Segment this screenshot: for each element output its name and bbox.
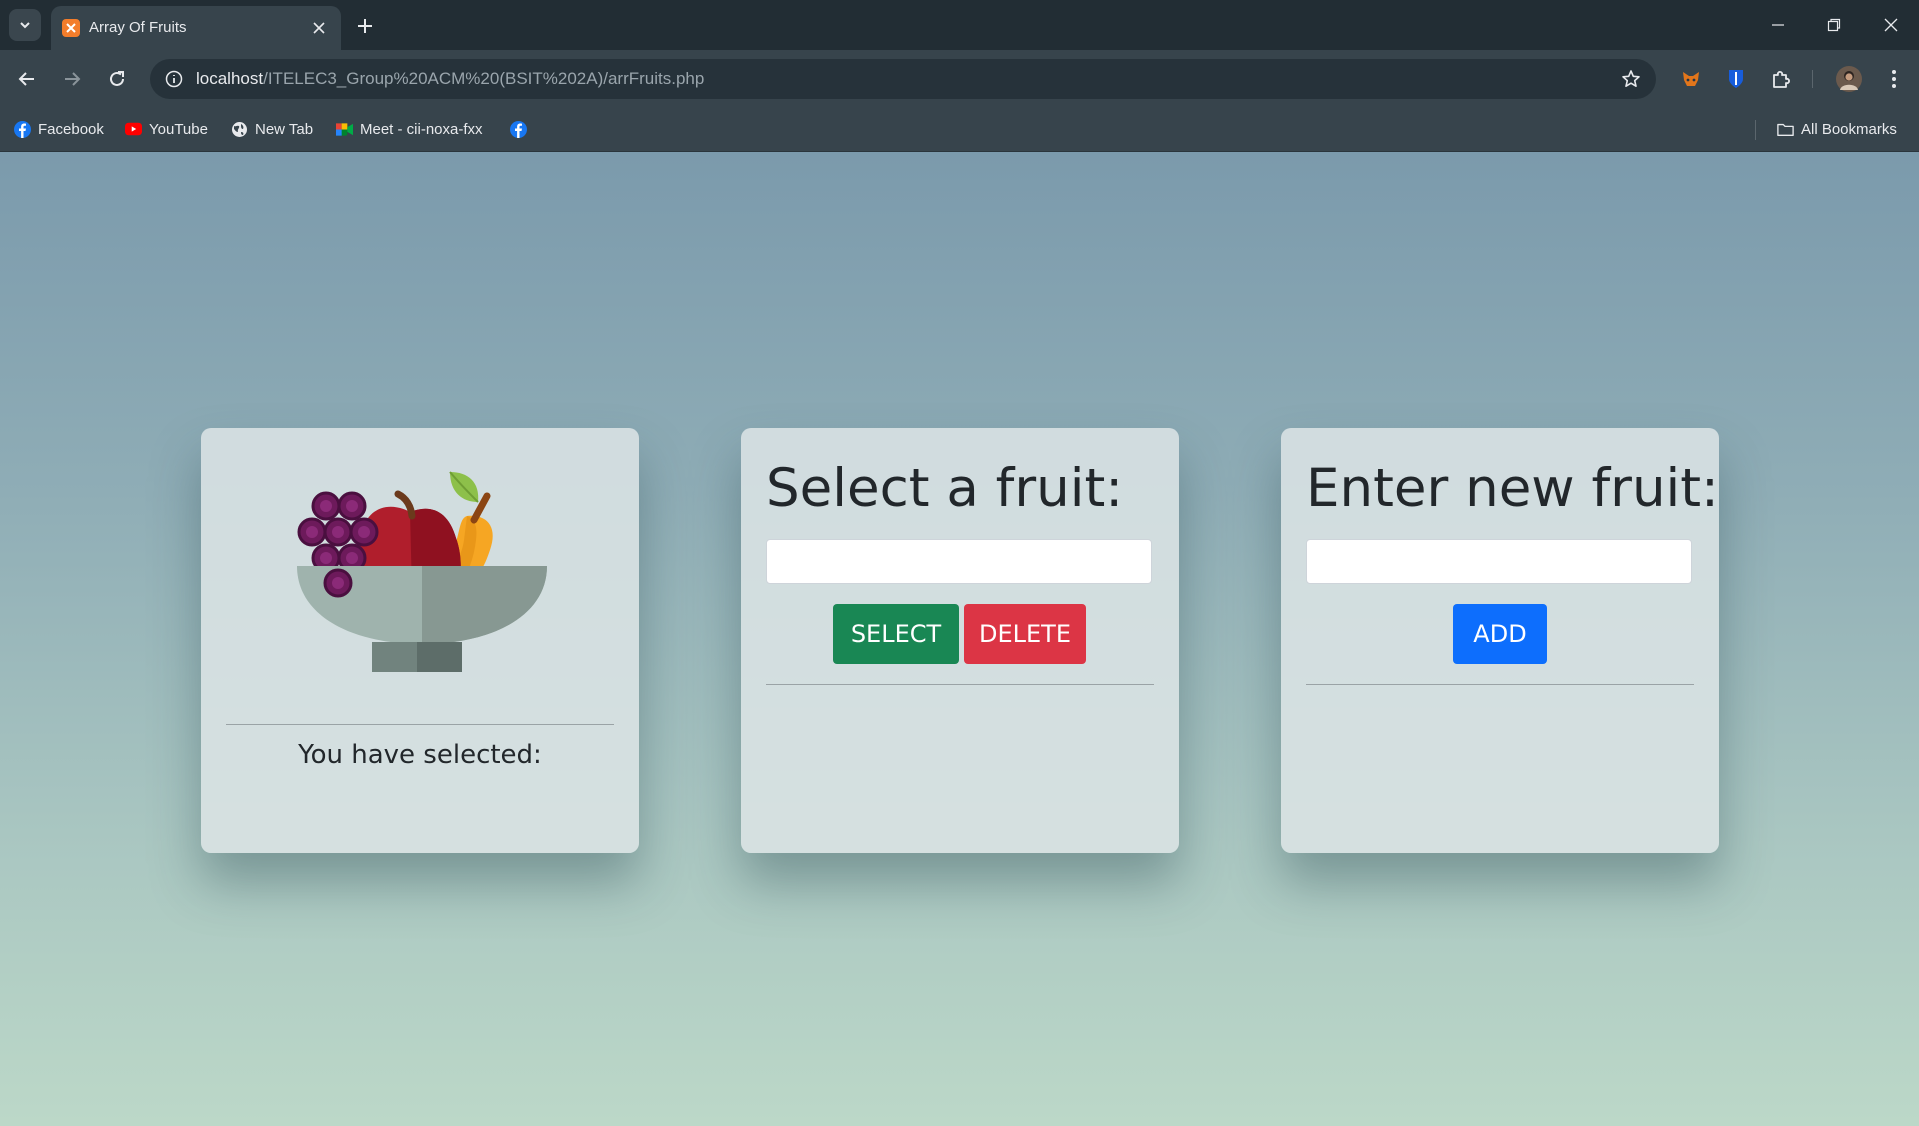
youtube-icon (125, 121, 142, 138)
folder-icon (1777, 121, 1794, 138)
url-host: localhost (196, 69, 264, 88)
all-bookmarks-label: All Bookmarks (1801, 120, 1897, 138)
toolbar-divider (1812, 70, 1813, 88)
select-fruit-input[interactable] (766, 539, 1152, 584)
select-fruit-heading: Select a fruit: (766, 458, 1124, 519)
plus-icon (358, 19, 372, 33)
facebook-icon (510, 120, 527, 138)
bitwarden-extension-icon[interactable] (1723, 66, 1749, 92)
bookmarks-divider (1755, 120, 1756, 140)
add-button[interactable]: ADD (1453, 604, 1547, 664)
globe-icon (231, 121, 248, 138)
close-icon (1884, 18, 1898, 32)
back-button[interactable] (12, 64, 42, 94)
delete-button[interactable]: DELETE (964, 604, 1086, 664)
minimize-icon (1772, 24, 1784, 26)
close-window-button[interactable] (1873, 10, 1909, 40)
arrow-left-icon (18, 72, 34, 86)
metamask-extension-icon[interactable] (1678, 66, 1704, 92)
fruit-bowl-illustration (297, 471, 547, 672)
add-fruit-heading: Enter new fruit: (1306, 458, 1719, 519)
avatar[interactable] (1836, 66, 1862, 92)
card-divider (226, 724, 614, 725)
fruit-display-card: You have selected: (201, 428, 639, 853)
star-icon[interactable] (1620, 68, 1642, 90)
site-info-icon[interactable] (164, 69, 184, 89)
card-divider (1306, 684, 1694, 685)
page-background: You have selected: Select a fruit: SELEC… (0, 152, 1919, 1126)
arrow-right-icon (65, 72, 81, 86)
bookmark-label: Meet - cii-noxa-fxx (360, 120, 483, 138)
bookmarks-bar: Facebook YouTube New Tab Meet - cii-noxa… (0, 108, 1919, 152)
bookmark-label: New Tab (255, 120, 314, 138)
restore-button[interactable] (1816, 10, 1852, 40)
add-fruit-card: Enter new fruit: ADD (1281, 428, 1719, 853)
more-menu-icon[interactable] (1881, 66, 1907, 92)
url-text[interactable]: localhost/ITELEC3_Group%20ACM%20(BSIT%20… (196, 69, 704, 89)
close-icon[interactable] (309, 18, 329, 38)
url-path: /ITELEC3_Group%20ACM%20(BSIT%202A)/arrFr… (263, 69, 705, 88)
browser-tab[interactable]: Array Of Fruits (51, 6, 341, 50)
select-fruit-card: Select a fruit: SELECT DELETE (741, 428, 1179, 853)
bookmark-meet[interactable]: Meet - cii-noxa-fxx (336, 115, 483, 143)
browser-toolbar: localhost/ITELEC3_Group%20ACM%20(BSIT%20… (0, 50, 1919, 108)
reload-button[interactable] (102, 64, 132, 94)
bookmark-label: YouTube (149, 120, 208, 138)
restore-icon (1827, 18, 1841, 32)
forward-button[interactable] (57, 64, 87, 94)
bookmark-new-tab[interactable]: New Tab (231, 115, 313, 143)
xampp-icon (62, 19, 80, 37)
card-divider (766, 684, 1154, 685)
chevron-down-icon (20, 22, 30, 29)
select-button[interactable]: SELECT (833, 604, 959, 664)
browser-tab-bar: Array Of Fruits (0, 0, 1919, 50)
new-tab-button[interactable] (352, 13, 378, 39)
address-bar[interactable]: localhost/ITELEC3_Group%20ACM%20(BSIT%20… (150, 59, 1656, 99)
tab-title: Array Of Fruits (89, 19, 187, 36)
bookmark-label: Facebook (38, 120, 104, 138)
minimize-button[interactable] (1760, 10, 1796, 40)
bookmark-facebook-2[interactable] (510, 115, 527, 143)
selected-fruit-label: You have selected: (298, 740, 542, 770)
new-fruit-input[interactable] (1306, 539, 1692, 584)
facebook-icon (14, 120, 31, 138)
tab-search-button[interactable] (9, 9, 41, 41)
reload-icon (110, 71, 124, 86)
bookmark-facebook[interactable]: Facebook (14, 115, 104, 143)
all-bookmarks-button[interactable]: All Bookmarks (1777, 115, 1897, 143)
bookmark-youtube[interactable]: YouTube (125, 115, 208, 143)
extensions-puzzle-icon[interactable] (1768, 66, 1794, 92)
meet-icon (336, 121, 353, 138)
